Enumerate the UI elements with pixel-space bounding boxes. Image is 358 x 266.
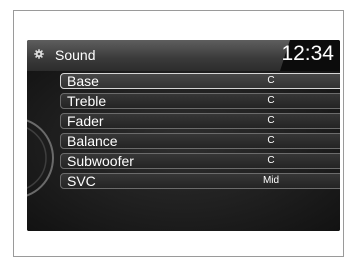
menu-item-value: C (267, 95, 275, 106)
menu-item-value: C (267, 75, 275, 86)
header-bar: Sound 12:34 (27, 40, 340, 71)
menu-item-label: Base (67, 73, 99, 89)
screen-title: Sound (55, 47, 96, 63)
menu-item-balance[interactable]: Balance C (60, 133, 340, 149)
menu-item-value: Mid (262, 175, 280, 186)
menu-item-value: C (267, 115, 275, 126)
audio-display-screen: Sound 12:34 Base C Treble C Fader C Bala… (27, 40, 340, 231)
menu-item-subwoofer[interactable]: Subwoofer C (60, 153, 340, 169)
menu-item-value: C (267, 135, 275, 146)
menu-item-label: SVC (67, 173, 96, 189)
menu-item-label: Treble (67, 93, 107, 109)
menu-item-treble[interactable]: Treble C (60, 93, 340, 109)
menu-item-fader[interactable]: Fader C (60, 113, 340, 129)
menu-item-svc[interactable]: SVC Mid (60, 173, 340, 189)
selector-knob-decoration (27, 119, 54, 197)
settings-gear-icon (34, 49, 44, 59)
clock: 12:34 (281, 42, 334, 65)
menu-item-label: Fader (67, 113, 104, 129)
menu-item-label: Balance (67, 133, 118, 149)
menu-item-label: Subwoofer (67, 153, 134, 169)
sound-menu: Base C Treble C Fader C Balance C Subwoo… (27, 71, 340, 231)
menu-item-base[interactable]: Base C (60, 73, 340, 89)
menu-item-value: C (267, 155, 275, 166)
